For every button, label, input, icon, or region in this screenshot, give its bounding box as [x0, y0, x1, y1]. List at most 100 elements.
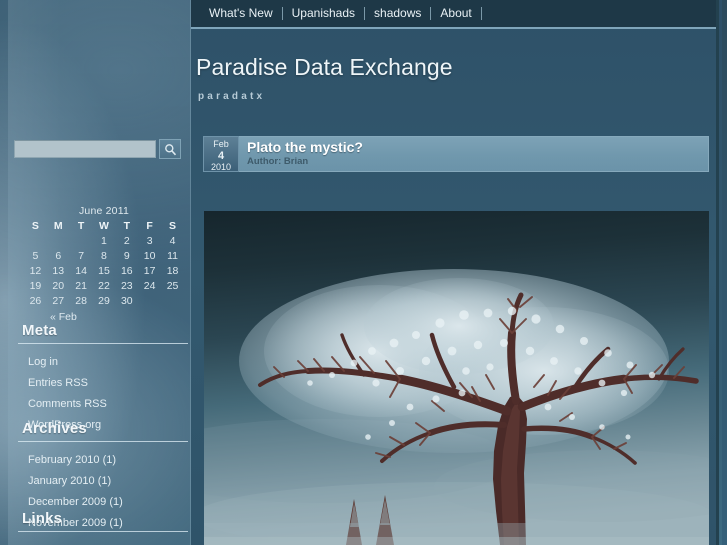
calendar-day: 24 — [143, 279, 156, 292]
widget-links-list: Facebook — [18, 538, 188, 545]
nav-list: What's New Upanishads shadows About — [191, 0, 716, 27]
post-author: Author: Brian — [247, 156, 309, 167]
post-date-month: Feb — [213, 139, 229, 149]
calendar-day: 2 — [123, 234, 130, 247]
widget-archives-title: Archives — [18, 420, 188, 442]
calendar-day: 17 — [143, 264, 156, 277]
meta-link-comments-rss[interactable]: Comments RSS — [28, 398, 107, 410]
calendar-weekday: S — [31, 220, 39, 232]
site-title: Paradise Data Exchange — [196, 54, 453, 80]
archive-link-january-2010[interactable]: January 2010 (1) — [28, 475, 111, 487]
list-item: February 2010 (1) — [28, 448, 188, 469]
search-input[interactable] — [14, 140, 156, 158]
calendar-day: 3 — [146, 234, 153, 247]
calendar-day: 20 — [52, 279, 65, 292]
widget-meta: Meta Log in Entries RSS Comments RSS Wor… — [18, 322, 188, 434]
calendar-day: 11 — [167, 249, 178, 262]
post-featured-image — [204, 211, 709, 545]
list-item: Comments RSS — [28, 392, 188, 413]
post-date-year: 2010 — [210, 161, 232, 172]
post-title-bar: Plato the mystic? Author: Brian — [239, 136, 709, 172]
calendar-weekday: W — [98, 220, 109, 232]
calendar-caption: June 2011 — [78, 205, 130, 217]
calendar-day — [70, 233, 93, 248]
nav-link-whats-new[interactable]: What's New — [200, 0, 282, 27]
search-submit-button[interactable] — [159, 139, 181, 159]
primary-navigation: What's New Upanishads shadows About — [191, 0, 716, 29]
main-content: What's New Upanishads shadows About Para… — [191, 0, 719, 545]
calendar-day — [24, 233, 47, 248]
calendar-day: 22 — [98, 279, 110, 292]
post-date-day: 4 — [217, 149, 225, 162]
archive-link-february-2010[interactable]: February 2010 (1) — [28, 454, 116, 466]
calendar-weekday: M — [53, 220, 63, 232]
calendar-day: 30 — [120, 294, 133, 307]
calendar-day: 26 — [29, 294, 42, 307]
calendar-day: 15 — [98, 264, 110, 277]
calendar-day: 5 — [32, 249, 39, 262]
nav-link-about[interactable]: About — [431, 0, 480, 27]
calendar-day: 13 — [52, 264, 65, 277]
search-icon — [164, 143, 177, 156]
calendar-week-row: 5 6 7 8 9 10 11 — [24, 248, 184, 263]
calendar-day: 25 — [166, 279, 179, 292]
widget-links-title: Links — [18, 510, 188, 532]
list-item: January 2010 (1) — [28, 469, 188, 490]
search-form — [14, 138, 184, 160]
post-date-badge: Feb 4 2010 — [203, 136, 239, 172]
right-edge-strip — [722, 0, 727, 545]
nav-link-shadows[interactable]: shadows — [365, 0, 430, 27]
tree-photo-illustration — [204, 211, 709, 545]
calendar-weekday: F — [146, 220, 153, 232]
calendar-day: 8 — [101, 249, 107, 262]
calendar-day — [138, 293, 161, 308]
calendar-day: 14 — [75, 264, 87, 277]
calendar-weekday: T — [123, 220, 130, 232]
sidebar: June 2011 S M T W T F S 1 2 3 4 5 6 7 8 … — [8, 0, 191, 545]
calendar-day: 23 — [120, 279, 133, 292]
calendar-day: 10 — [143, 249, 156, 262]
list-item: Entries RSS — [28, 371, 188, 392]
calendar-week-row: 12 13 14 15 16 17 18 — [24, 263, 184, 278]
nav-separator — [480, 7, 482, 20]
post-title[interactable]: Plato the mystic? — [247, 139, 708, 156]
calendar-day: 16 — [120, 264, 133, 277]
meta-link-login[interactable]: Log in — [28, 356, 58, 368]
list-item: Facebook — [28, 538, 188, 545]
widget-meta-title: Meta — [18, 322, 188, 344]
calendar-week-row: 1 2 3 4 — [24, 233, 184, 248]
divider — [480, 7, 482, 20]
archive-link-december-2009[interactable]: December 2009 (1) — [28, 496, 123, 508]
meta-link-entries-rss[interactable]: Entries RSS — [28, 377, 88, 389]
calendar-widget: June 2011 S M T W T F S 1 2 3 4 5 6 7 8 … — [24, 205, 184, 323]
calendar-day: 6 — [55, 249, 62, 262]
calendar-day: 27 — [52, 294, 65, 307]
calendar-day: 4 — [169, 234, 176, 247]
list-item: December 2009 (1) — [28, 490, 188, 511]
site-tagline: paradatx — [198, 91, 266, 102]
calendar-day: 12 — [29, 264, 42, 277]
calendar-day: 7 — [78, 249, 85, 262]
calendar-week-row: 26 27 28 29 30 — [24, 293, 184, 308]
calendar-day: 1 — [101, 234, 107, 247]
calendar-day: 29 — [98, 294, 110, 307]
widget-links: Links Facebook — [18, 510, 188, 545]
nav-item-upanishads[interactable]: Upanishads — [283, 0, 364, 27]
calendar-day: 9 — [123, 249, 130, 262]
nav-item-shadows[interactable]: shadows — [365, 0, 430, 27]
post-header: Feb 4 2010 Plato the mystic? Author: Bri… — [203, 136, 709, 172]
calendar-weekday-row: S M T W T F S — [24, 219, 184, 233]
calendar-week-row: 19 20 21 22 23 24 25 — [24, 278, 184, 293]
list-item: Log in — [28, 350, 188, 371]
calendar-day: 21 — [75, 279, 87, 292]
calendar-weekday: S — [169, 220, 177, 232]
nav-item-whats-new[interactable]: What's New — [200, 0, 282, 27]
calendar-day: 28 — [75, 294, 87, 307]
calendar-table: June 2011 S M T W T F S 1 2 3 4 5 6 7 8 … — [24, 205, 184, 308]
calendar-day: 19 — [29, 279, 42, 292]
nav-link-upanishads[interactable]: Upanishads — [283, 0, 364, 27]
calendar-day: 18 — [166, 264, 179, 277]
nav-item-about[interactable]: About — [431, 0, 480, 27]
calendar-day — [47, 233, 70, 248]
calendar-weekday: T — [77, 220, 85, 232]
